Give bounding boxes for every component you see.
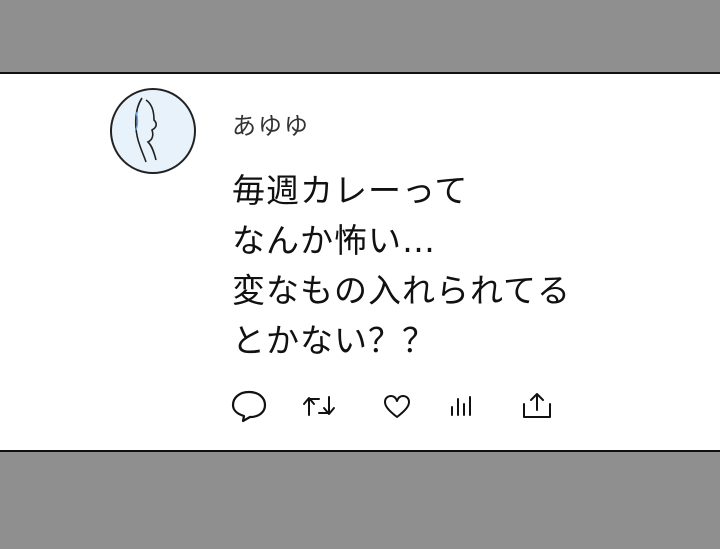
reply-button[interactable] — [228, 386, 270, 426]
views-icon — [451, 396, 471, 416]
top-letterbox-bar — [0, 0, 720, 74]
post-text-line: なんか怖い… — [232, 221, 436, 260]
reply-icon — [231, 390, 267, 423]
avatar[interactable] — [110, 88, 196, 174]
post-username[interactable]: あゆゆ — [232, 106, 310, 141]
retweet-icon — [303, 396, 335, 416]
avatar-portrait-icon — [134, 97, 157, 163]
like-button[interactable] — [376, 386, 418, 426]
post-text: 毎週カレーって なんか怖い… 変なもの入れられてる とかない？？ — [232, 166, 672, 366]
post-text-line: 毎週カレーって — [232, 171, 469, 210]
social-post-card: あゆゆ 毎週カレーって なんか怖い… 変なもの入れられてる とかない？？ — [0, 74, 720, 450]
bottom-letterbox-bar — [0, 450, 720, 549]
post-text-line: とかない？？ — [232, 321, 436, 360]
share-button[interactable] — [516, 386, 558, 426]
views-button[interactable] — [440, 386, 482, 426]
retweet-button[interactable] — [298, 386, 340, 426]
share-icon — [523, 393, 551, 418]
post-text-line: 変なもの入れられてる — [232, 271, 572, 310]
like-icon — [384, 395, 410, 418]
